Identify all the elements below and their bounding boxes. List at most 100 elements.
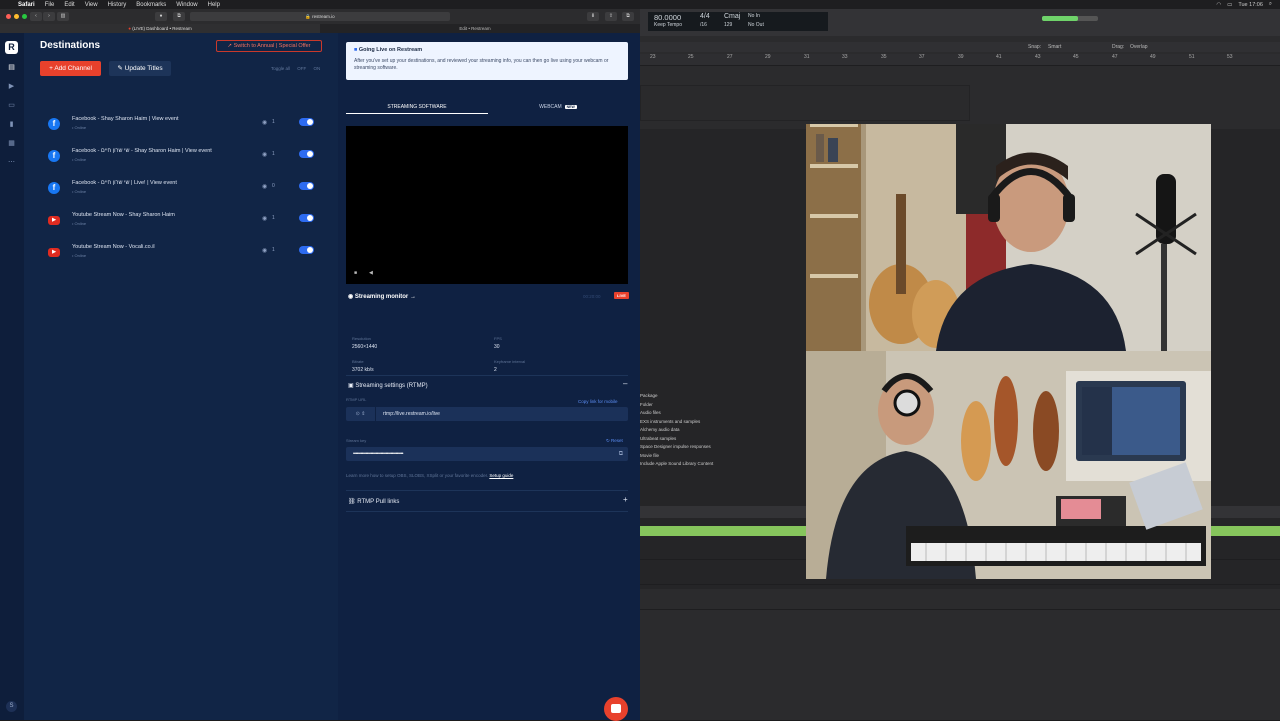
menu-bookmarks[interactable]: Bookmarks [136, 2, 166, 8]
privacy-icon[interactable]: ● [155, 12, 167, 21]
more-icon[interactable]: ⋯ [7, 158, 16, 167]
volume-icon[interactable]: ◀ [369, 270, 373, 276]
user-avatar[interactable]: S [6, 701, 17, 712]
drag-label: Drag: [1112, 44, 1125, 50]
track-area[interactable] [640, 85, 970, 121]
schedule-icon[interactable]: ▦ [7, 139, 16, 148]
eye-icon: ◉ [262, 184, 268, 190]
toggle-all-off[interactable]: OFF [297, 66, 306, 71]
rtmp-url-field[interactable]: ⊙ ⇕ rtmp://live.restream.io/live [346, 407, 628, 421]
sidebar-toggle-icon[interactable]: ▥ [57, 12, 69, 21]
destination-toggle[interactable] [299, 182, 314, 190]
status-area: ◠ ▭ Tue 17:06 ⌕ [1216, 0, 1272, 9]
master-volume-slider[interactable] [1042, 16, 1098, 21]
destination-toggle[interactable] [299, 118, 314, 126]
add-channel-button[interactable]: + Add Channel [40, 61, 101, 76]
tabs-overview-icon[interactable]: ⧉ [622, 12, 634, 21]
tab-dashboard-label: (LIVE) Dashboard • Restream [132, 26, 192, 31]
ruler-tick: 27 [727, 54, 733, 60]
download-icon[interactable]: ⬇ [587, 12, 599, 21]
menu-history[interactable]: History [108, 2, 127, 8]
restream-logo[interactable]: R [5, 41, 18, 54]
share-icon[interactable]: ⇪ [605, 12, 617, 21]
special-offer-button[interactable]: ➚ Switch to Annual | Special Offer [216, 40, 322, 52]
destination-name[interactable]: Youtube Stream Now - Vocali.co.il [72, 244, 155, 250]
lcd-display[interactable]: 80.0000 Keep Tempo 4/4 /16 Cmaj 129 No I… [648, 12, 828, 31]
new-badge: NEW [564, 105, 577, 109]
support-chat-button[interactable] [604, 697, 628, 721]
stop-icon[interactable]: ■ [354, 270, 357, 276]
destination-row: f Facebook - שי שרון חיים - Shay Sharon … [40, 146, 320, 172]
tab-edit-label: Edit • Restream [459, 26, 491, 31]
option-item[interactable]: Space Designer impulse responses [640, 443, 713, 452]
chat-icon[interactable]: ▭ [7, 101, 16, 110]
destination-toggle[interactable] [299, 246, 314, 254]
menu-file[interactable]: File [45, 2, 55, 8]
learn-more-label: Learn more how to setup OBS, SLOBS, XSpl… [346, 473, 489, 478]
forward-button[interactable]: › [43, 12, 55, 21]
update-titles-button[interactable]: ✎ Update Titles [109, 61, 171, 76]
tab-webcam[interactable]: WEBCAM NEW [488, 100, 628, 114]
keyframe-value: 2 [494, 367, 497, 373]
minimize-window-button[interactable] [14, 14, 19, 19]
drag-value[interactable]: Overlap [1130, 44, 1148, 50]
snap-value[interactable]: Smart [1048, 44, 1061, 50]
destination-name[interactable]: Facebook - שי שרון חיים | Live! | View e… [72, 180, 177, 186]
stream-timer: 00:20:00 [583, 294, 601, 299]
close-window-button[interactable] [6, 14, 11, 19]
reset-key-button[interactable]: ↻ Reset [606, 438, 623, 444]
destination-name[interactable]: Facebook - שי שרון חיים - Shay Sharon Ha… [72, 148, 212, 154]
rtmp-pull-title[interactable]: ⛓ RTMP Pull links [348, 498, 399, 505]
option-item[interactable]: EXS instruments and samples [640, 418, 713, 427]
option-item[interactable]: Folder [640, 401, 713, 410]
collapse-icon[interactable]: – [623, 379, 627, 388]
option-item[interactable]: Movie file [640, 452, 713, 461]
key-number: 129 [724, 22, 733, 28]
safari-toolbar: ‹ › ▥ ● ⧉ 🔒 restream.io ⬇ ⇪ ⧉ [0, 9, 640, 24]
destination-name[interactable]: Facebook - Shay Sharon Haim | View event [72, 116, 179, 122]
destination-name[interactable]: Youtube Stream Now - Shay Sharon Haim [72, 212, 175, 218]
menu-app[interactable]: Safari [18, 2, 35, 8]
menu-view[interactable]: View [85, 2, 98, 8]
analytics-icon[interactable]: ▮ [7, 120, 16, 129]
expand-icon[interactable]: + [623, 495, 628, 504]
streaming-monitor-title[interactable]: ◉ Streaming monitor → [348, 293, 416, 300]
server-select-icon[interactable]: ⊙ ⇕ [346, 407, 376, 421]
eye-icon: ◉ [262, 152, 268, 158]
viewer-count: 0 [272, 183, 275, 189]
menu-window[interactable]: Window [176, 2, 197, 8]
address-bar[interactable]: 🔒 restream.io [190, 12, 450, 21]
copy-icon[interactable]: ⧉ [619, 447, 623, 461]
timeline-ruler[interactable]: 23 25 27 29 31 33 35 37 39 41 43 45 47 4… [640, 54, 1280, 66]
copy-link-mobile[interactable]: Copy link for mobile [578, 399, 618, 404]
option-item[interactable]: Package [640, 392, 713, 401]
destination-toggle[interactable] [299, 214, 314, 222]
video-icon[interactable]: ▶ [7, 82, 16, 91]
option-item[interactable]: Ultrabeat samples [640, 435, 713, 444]
destination-toggle[interactable] [299, 150, 314, 158]
option-item[interactable]: Alchemy audio data [640, 426, 713, 435]
search-icon[interactable]: ⌕ [1269, 1, 1272, 8]
toggle-all-on[interactable]: ON [314, 66, 321, 71]
tab-edit[interactable]: Edit • Restream [320, 24, 630, 33]
option-item[interactable]: Audio files [640, 409, 713, 418]
divider [346, 490, 628, 491]
extensions-icon[interactable]: ⧉ [173, 12, 185, 21]
tab-webcam-label: WEBCAM [539, 104, 562, 110]
stream-key-field[interactable]: ••••••••••••••••••••••••••••••••••••••••… [346, 447, 628, 461]
dashboard-icon[interactable]: ▤ [7, 63, 16, 72]
battery-icon[interactable]: ▭ [1227, 2, 1232, 8]
rtmp-settings-title[interactable]: ▣ Streaming settings (RTMP) [348, 382, 428, 389]
menu-help[interactable]: Help [208, 2, 220, 8]
ruler-tick: 51 [1189, 54, 1195, 60]
tab-dashboard[interactable]: ● (LIVE) Dashboard • Restream [0, 24, 320, 33]
wifi-icon[interactable]: ◠ [1216, 2, 1221, 8]
back-button[interactable]: ‹ [30, 12, 42, 21]
setup-guide-link[interactable]: Setup guide [489, 473, 513, 478]
option-item[interactable]: Include Apple Sound Library Content [640, 460, 713, 469]
menu-edit[interactable]: Edit [64, 2, 74, 8]
stream-panel: ■ Going Live on Restream After you've se… [338, 33, 640, 721]
clock[interactable]: Tue 17:06 [1238, 2, 1263, 8]
tab-streaming-software[interactable]: STREAMING SOFTWARE [346, 100, 488, 114]
zoom-window-button[interactable] [22, 14, 27, 19]
